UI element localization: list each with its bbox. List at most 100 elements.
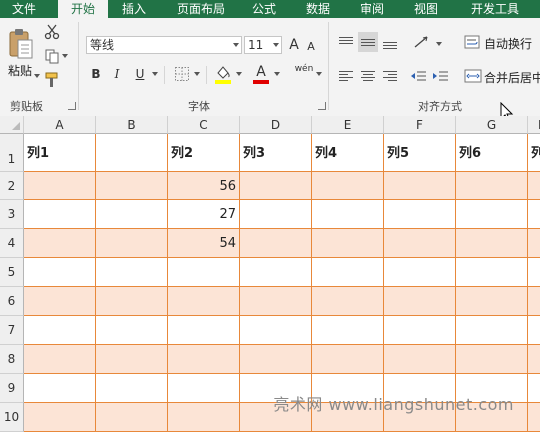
- cell-c1[interactable]: 列2: [168, 134, 240, 172]
- cell-a1[interactable]: 列1: [24, 134, 96, 172]
- orientation-icon[interactable]: [412, 33, 434, 51]
- cell-c9[interactable]: [168, 374, 240, 403]
- cell-e4[interactable]: [312, 229, 384, 258]
- column-header-c[interactable]: C: [168, 116, 240, 134]
- cell-h8[interactable]: [528, 345, 540, 374]
- cell-c3[interactable]: 27: [168, 200, 240, 229]
- orientation-dropdown-icon[interactable]: [436, 42, 442, 46]
- cell-d1[interactable]: 列3: [240, 134, 312, 172]
- cell-d5[interactable]: [240, 258, 312, 287]
- underline-button[interactable]: U: [132, 64, 148, 84]
- font-size-combo[interactable]: 11: [244, 36, 282, 54]
- cell-a8[interactable]: [24, 345, 96, 374]
- column-header-e[interactable]: E: [312, 116, 384, 134]
- cell-b7[interactable]: [96, 316, 168, 345]
- row-header-1[interactable]: 1: [0, 134, 24, 172]
- column-header-h[interactable]: H: [528, 116, 540, 134]
- grow-font-button[interactable]: A: [286, 35, 302, 55]
- cell-c10[interactable]: [168, 403, 240, 432]
- cell-b1[interactable]: [96, 134, 168, 172]
- row-header-8[interactable]: 8: [0, 345, 24, 374]
- cell-a10[interactable]: [24, 403, 96, 432]
- cell-e2[interactable]: [312, 172, 384, 200]
- clipboard-launcher-icon[interactable]: [68, 102, 76, 110]
- cell-a3[interactable]: [24, 200, 96, 229]
- cell-h10[interactable]: [528, 403, 540, 432]
- column-header-b[interactable]: B: [96, 116, 168, 134]
- copy-dropdown-icon[interactable]: [62, 54, 68, 58]
- tab-view[interactable]: 视图: [404, 0, 448, 18]
- cell-b3[interactable]: [96, 200, 168, 229]
- cell-h7[interactable]: [528, 316, 540, 345]
- cell-e7[interactable]: [312, 316, 384, 345]
- tab-data[interactable]: 数据: [296, 0, 340, 18]
- cell-h5[interactable]: [528, 258, 540, 287]
- wrap-text-button[interactable]: 自动换行: [484, 35, 532, 52]
- cell-b10[interactable]: [96, 403, 168, 432]
- cell-g8[interactable]: [456, 345, 528, 374]
- select-all-corner[interactable]: [0, 116, 24, 134]
- cell-g4[interactable]: [456, 229, 528, 258]
- align-middle-icon[interactable]: [358, 32, 378, 52]
- bold-button[interactable]: B: [88, 64, 104, 84]
- fill-color-icon[interactable]: [214, 64, 232, 84]
- cell-a2[interactable]: [24, 172, 96, 200]
- align-right-icon[interactable]: [380, 66, 400, 86]
- paste-icon[interactable]: [6, 26, 36, 60]
- cell-c5[interactable]: [168, 258, 240, 287]
- row-header-6[interactable]: 6: [0, 287, 24, 316]
- font-launcher-icon[interactable]: [318, 102, 326, 110]
- row-header-7[interactable]: 7: [0, 316, 24, 345]
- cell-a6[interactable]: [24, 287, 96, 316]
- align-top-icon[interactable]: [336, 32, 356, 52]
- paste-dropdown-icon[interactable]: [34, 74, 40, 78]
- copy-icon[interactable]: [44, 48, 60, 64]
- increase-indent-icon[interactable]: [430, 66, 450, 86]
- row-header-2[interactable]: 2: [0, 172, 24, 200]
- underline-dropdown-icon[interactable]: [152, 72, 158, 76]
- cell-g7[interactable]: [456, 316, 528, 345]
- cell-f7[interactable]: [384, 316, 456, 345]
- column-header-a[interactable]: A: [24, 116, 96, 134]
- cell-b8[interactable]: [96, 345, 168, 374]
- cell-d8[interactable]: [240, 345, 312, 374]
- cell-h6[interactable]: [528, 287, 540, 316]
- align-left-icon[interactable]: [336, 66, 356, 86]
- cell-c6[interactable]: [168, 287, 240, 316]
- cell-a9[interactable]: [24, 374, 96, 403]
- merge-center-button[interactable]: 合并后居中: [484, 69, 540, 86]
- paste-button-label[interactable]: 粘贴: [8, 62, 32, 79]
- phonetic-dropdown-icon[interactable]: [316, 72, 322, 76]
- cell-f8[interactable]: [384, 345, 456, 374]
- cell-h4[interactable]: [528, 229, 540, 258]
- cell-c7[interactable]: [168, 316, 240, 345]
- wrap-text-icon[interactable]: [464, 34, 482, 50]
- cell-b6[interactable]: [96, 287, 168, 316]
- cell-b5[interactable]: [96, 258, 168, 287]
- cell-f2[interactable]: [384, 172, 456, 200]
- column-header-g[interactable]: G: [456, 116, 528, 134]
- shrink-font-button[interactable]: A: [304, 37, 318, 57]
- cell-h2[interactable]: [528, 172, 540, 200]
- row-header-5[interactable]: 5: [0, 258, 24, 287]
- italic-button[interactable]: I: [110, 64, 124, 84]
- font-color-icon[interactable]: A: [252, 64, 270, 84]
- tab-home[interactable]: 开始: [58, 0, 108, 18]
- cell-g2[interactable]: [456, 172, 528, 200]
- cell-g1[interactable]: 列6: [456, 134, 528, 172]
- align-bottom-icon[interactable]: [380, 32, 400, 52]
- cell-g3[interactable]: [456, 200, 528, 229]
- cell-f4[interactable]: [384, 229, 456, 258]
- cell-h3[interactable]: [528, 200, 540, 229]
- cell-a4[interactable]: [24, 229, 96, 258]
- column-header-f[interactable]: F: [384, 116, 456, 134]
- borders-icon[interactable]: [174, 66, 190, 82]
- format-painter-icon[interactable]: [44, 72, 60, 88]
- cell-c2[interactable]: 56: [168, 172, 240, 200]
- align-center-icon[interactable]: [358, 66, 378, 86]
- cell-c8[interactable]: [168, 345, 240, 374]
- cell-a5[interactable]: [24, 258, 96, 287]
- column-header-d[interactable]: D: [240, 116, 312, 134]
- fill-color-dropdown-icon[interactable]: [236, 72, 242, 76]
- phonetic-guide-icon[interactable]: wén: [294, 64, 314, 84]
